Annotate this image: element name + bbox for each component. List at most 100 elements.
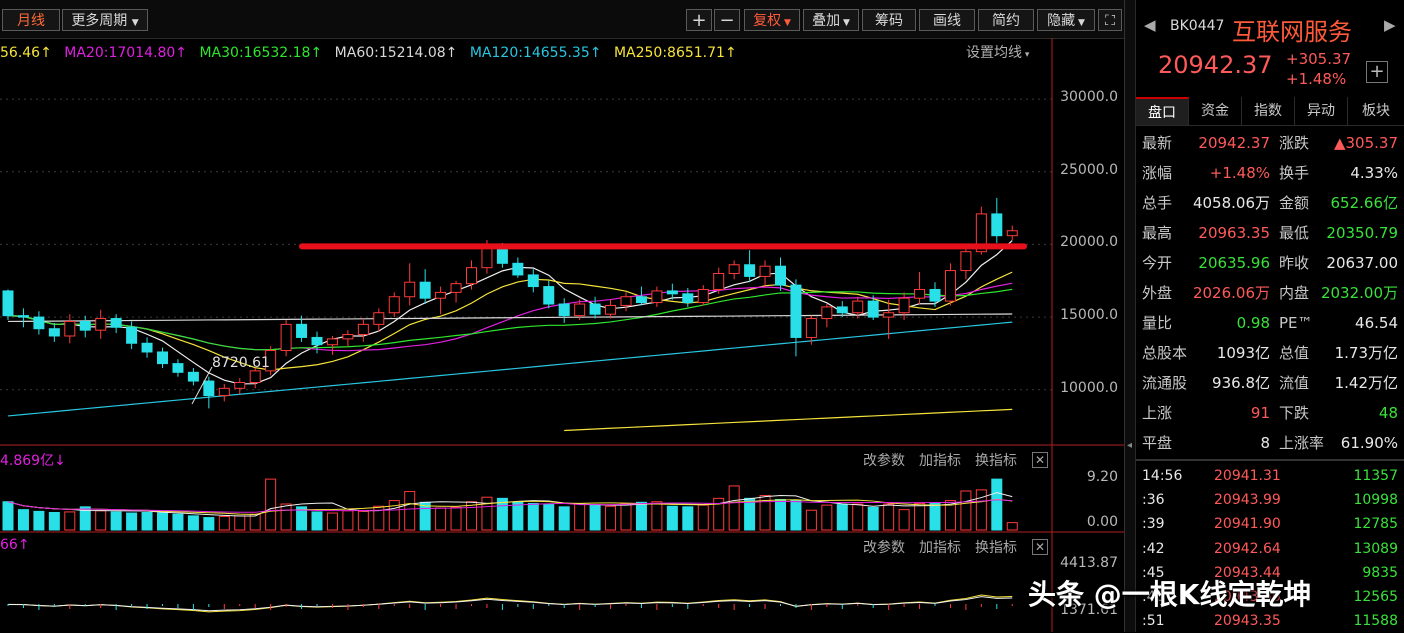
- tab-sector[interactable]: 板块: [1348, 97, 1404, 125]
- volume-bar: [2, 501, 14, 531]
- candle-body: [527, 274, 539, 288]
- candle: [280, 320, 292, 357]
- candle-body: [852, 300, 864, 314]
- tab-funds[interactable]: 资金: [1189, 97, 1242, 125]
- indicator-change-params-button[interactable]: 改参数: [863, 537, 905, 557]
- volume-axis-bottom: 0.00: [1086, 514, 1118, 530]
- candle-body: [2, 290, 14, 317]
- candle: [944, 263, 956, 306]
- quote-value: 20637.00: [1326, 254, 1398, 272]
- volume-bar: [187, 515, 199, 531]
- next-icon[interactable]: ▶: [1384, 16, 1396, 34]
- current-price: 20942.37: [1158, 51, 1273, 79]
- candle: [342, 330, 354, 347]
- candle-body: [187, 371, 199, 382]
- candle: [48, 322, 60, 342]
- volume-change-params-button[interactable]: 改参数: [863, 450, 905, 470]
- quote-value: 1.73万亿: [1334, 344, 1398, 362]
- volume-switch-indicator-button[interactable]: 换指标: [975, 450, 1017, 470]
- volume-bar: [728, 485, 740, 531]
- tab-index[interactable]: 指数: [1242, 97, 1295, 125]
- candle-body: [960, 251, 972, 272]
- volume-bar: [64, 511, 76, 531]
- indicator-switch-indicator-button[interactable]: 换指标: [975, 537, 1017, 557]
- price-axis-tick: 30000.0: [1060, 89, 1118, 106]
- candle: [759, 260, 771, 287]
- candle: [589, 296, 601, 319]
- candle-body: [898, 297, 910, 314]
- low-price-marker: 8720.61: [212, 355, 270, 371]
- candle-body: [651, 290, 663, 304]
- candle-body: [682, 293, 694, 304]
- candle: [960, 247, 972, 280]
- tick-volume: 10998: [1353, 492, 1398, 509]
- candle: [64, 314, 76, 344]
- volume-bar: [218, 515, 230, 531]
- candle: [311, 331, 323, 354]
- tick-volume: 12785: [1353, 516, 1398, 533]
- volume-bar: [666, 505, 678, 531]
- tab-quote[interactable]: 盘口: [1136, 97, 1189, 125]
- volume-bar: [157, 512, 168, 531]
- candle-body: [326, 338, 338, 346]
- candle-body: [450, 283, 462, 293]
- price-change: +305.37: [1286, 50, 1352, 68]
- volume-bar: [697, 504, 709, 531]
- candle: [713, 267, 725, 294]
- volume-add-indicator-button[interactable]: 加指标: [919, 450, 961, 470]
- volume-close-icon[interactable]: ✕: [1032, 452, 1048, 468]
- add-watchlist-button[interactable]: +: [1366, 61, 1388, 83]
- candle: [466, 260, 477, 290]
- tab-movement[interactable]: 异动: [1295, 97, 1348, 125]
- candle-body: [496, 246, 508, 264]
- quote-value: 48: [1378, 404, 1398, 422]
- candle: [172, 359, 184, 377]
- candle-body: [110, 318, 122, 328]
- candle: [512, 257, 524, 278]
- volume-bar: [744, 497, 756, 531]
- candle-body: [157, 351, 168, 365]
- candle: [620, 292, 632, 312]
- candle: [744, 250, 756, 283]
- quote-value: 2032.00万: [1320, 284, 1398, 302]
- indicator-close-icon[interactable]: ✕: [1032, 539, 1048, 555]
- quote-value: 1.42万亿: [1334, 374, 1398, 392]
- volume-bar: [821, 504, 833, 531]
- candle-body: [944, 270, 956, 302]
- candle: [404, 263, 416, 306]
- volume-bar: [48, 511, 60, 531]
- candle-body: [357, 323, 369, 336]
- candle-body: [48, 328, 60, 337]
- volume-bar: [265, 478, 277, 531]
- volume-bar: [682, 506, 694, 531]
- candle-body: [203, 380, 215, 397]
- candle: [898, 292, 910, 320]
- candle: [141, 337, 153, 358]
- volume-bar: [991, 478, 1003, 531]
- prev-icon[interactable]: ◀: [1144, 16, 1156, 34]
- volume-axis-top: 9.20: [1086, 469, 1118, 485]
- candle: [357, 318, 369, 342]
- volume-bar: [33, 510, 45, 531]
- candle: [821, 304, 833, 328]
- quote-value: 61.90%: [1340, 434, 1398, 452]
- candle: [79, 315, 91, 338]
- volume-bar: [404, 491, 416, 531]
- volume-bar: [95, 510, 107, 531]
- volume-bar: [836, 504, 848, 531]
- volume-bar: [512, 501, 524, 531]
- volume-bar: [141, 511, 153, 531]
- price-axis-tick: 15000.0: [1060, 307, 1118, 324]
- candle-body: [697, 288, 709, 304]
- candle: [388, 292, 400, 318]
- candle-body: [95, 318, 107, 331]
- volume-bar: [960, 490, 972, 531]
- candle: [605, 299, 617, 319]
- candle-body: [759, 265, 771, 277]
- indicator-add-indicator-button[interactable]: 加指标: [919, 537, 961, 557]
- candle-body: [435, 291, 447, 299]
- quote-value: 4.33%: [1350, 164, 1398, 182]
- volume-bar: [435, 507, 447, 531]
- volume-bar: [249, 513, 261, 531]
- candlestick-chart[interactable]: [0, 0, 1135, 632]
